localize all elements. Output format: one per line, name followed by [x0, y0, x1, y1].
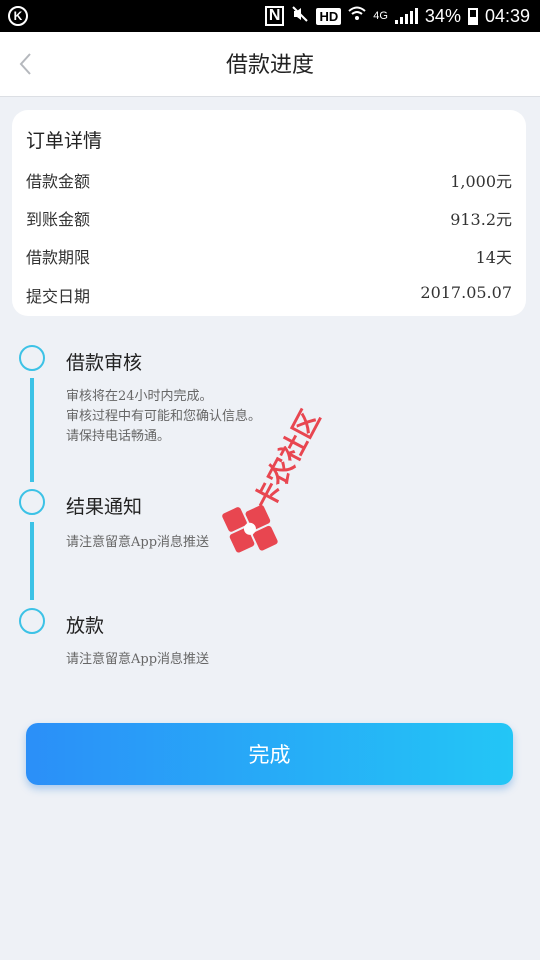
- mute-icon: [291, 5, 309, 28]
- submit-date-value: 2017.05.07: [420, 283, 512, 302]
- received-amount-value: 913.2元: [450, 210, 512, 229]
- clock: 04:39: [484, 5, 530, 26]
- step-title-review: 借款审核: [66, 352, 143, 374]
- status-bar: K N HD 4G 34% 04:39: [0, 0, 540, 32]
- done-button[interactable]: 完成: [26, 723, 513, 785]
- step-desc-review: 审核将在24小时内完成。 审核过程中有可能和您确认信息。 请保持电话畅通。: [66, 389, 262, 444]
- submit-date-label: 提交日期: [26, 287, 91, 306]
- hd-badge: HD: [316, 7, 342, 25]
- loan-term-label: 借款期限: [26, 248, 91, 267]
- timeline-connector: [30, 522, 34, 600]
- step-desc-result: 请注意留意App消息推送: [66, 535, 210, 550]
- network-type: 4G: [373, 10, 388, 22]
- loan-amount-label: 借款金额: [26, 172, 91, 191]
- battery-icon: [467, 7, 478, 25]
- step-marker-icon: [19, 489, 45, 515]
- loan-amount-row: 借款金额 1,000元: [26, 168, 512, 192]
- header-bar: 借款进度: [0, 32, 540, 97]
- signal-icon: [394, 8, 418, 24]
- step-title-result: 结果通知: [66, 496, 143, 518]
- page-title: 借款进度: [225, 53, 314, 78]
- app-notification-icon: K: [8, 6, 28, 26]
- order-details-title: 订单详情: [26, 130, 103, 152]
- order-details-card: 订单详情 借款金额 1,000元 到账金额 913.2元 借款期限 14天 提交…: [12, 110, 526, 316]
- received-amount-row: 到账金额 913.2元: [26, 206, 512, 230]
- step-title-disburse: 放款: [66, 615, 105, 637]
- loan-amount-value: 1,000元: [450, 172, 512, 191]
- battery-percent: 34%: [424, 5, 461, 26]
- timeline-connector: [30, 378, 34, 482]
- received-amount-label: 到账金额: [26, 210, 91, 229]
- submit-date-row: 提交日期 2017.05.07: [26, 283, 512, 307]
- wifi-icon: [348, 6, 366, 27]
- step-desc-disburse: 请注意留意App消息推送: [66, 652, 210, 667]
- nfc-icon: N: [264, 6, 285, 26]
- step-marker-icon: [19, 608, 45, 634]
- loan-term-row: 借款期限 14天: [26, 244, 512, 268]
- step-marker-icon: [19, 345, 45, 371]
- loan-term-value: 14天: [475, 248, 512, 267]
